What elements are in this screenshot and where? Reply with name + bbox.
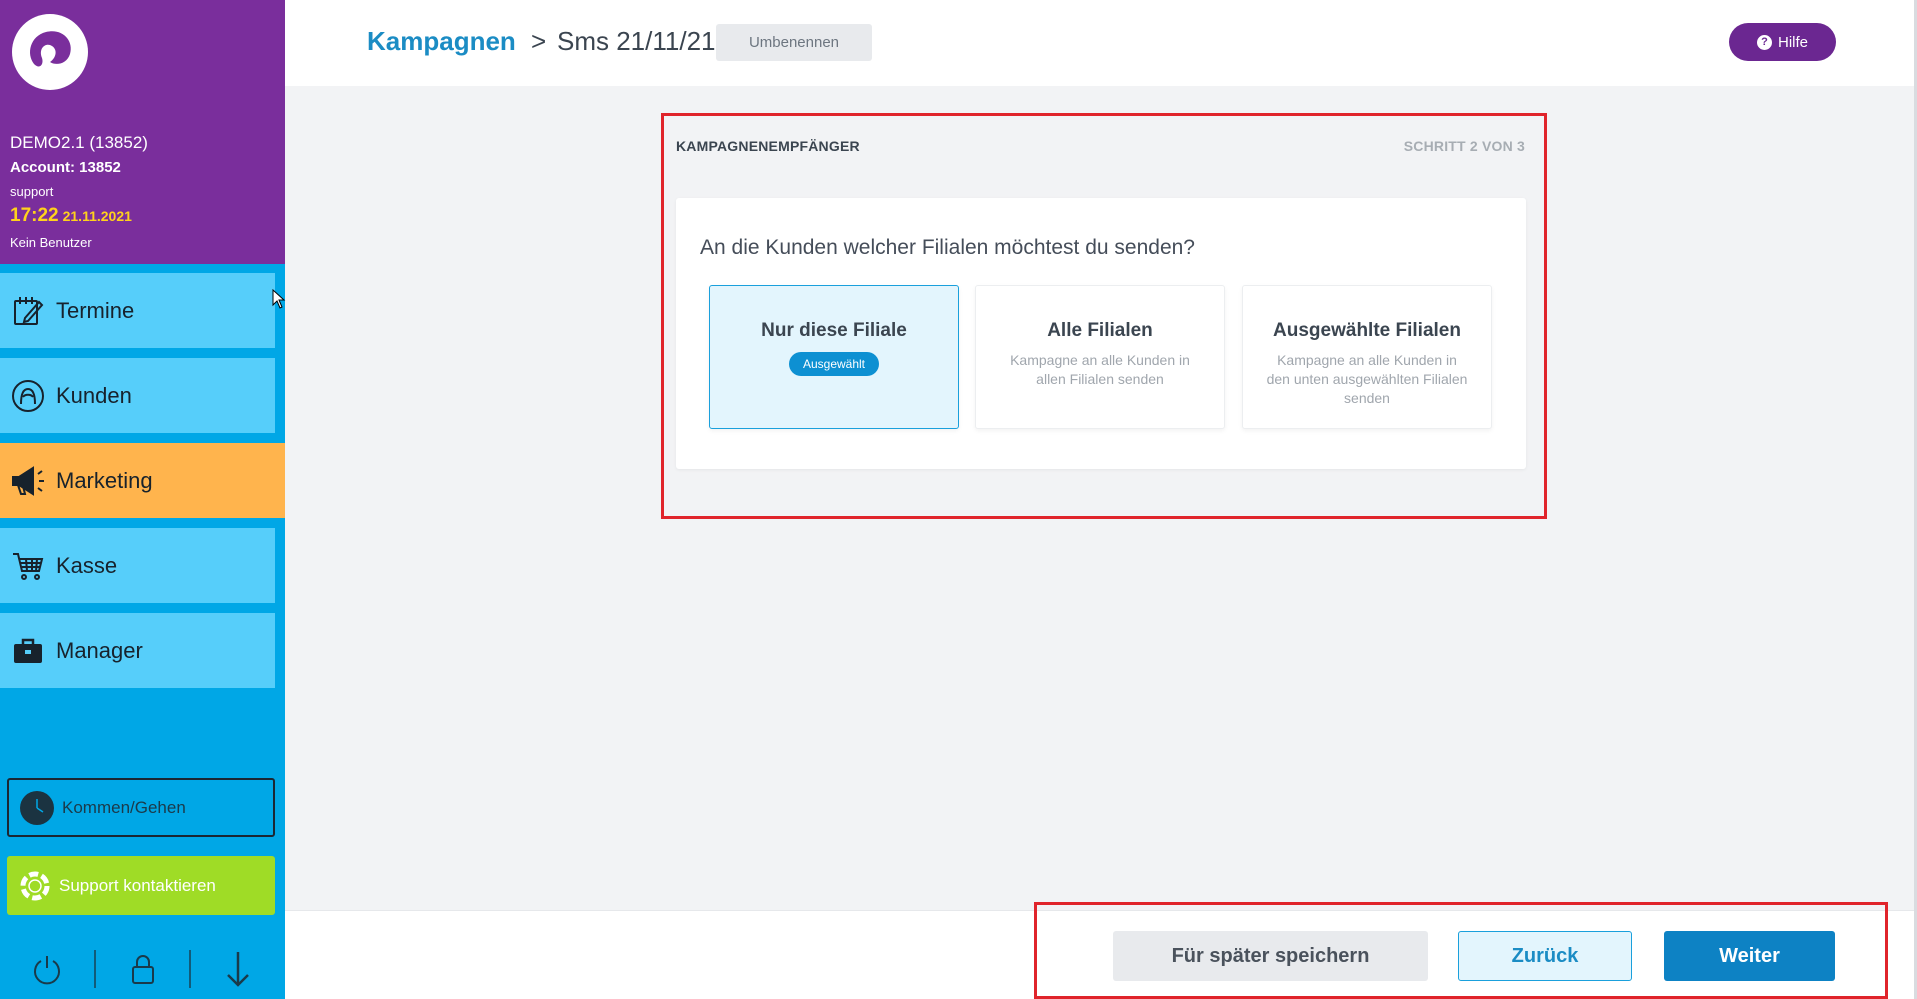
power-icon[interactable]: [0, 938, 94, 999]
app-logo: [12, 14, 88, 90]
lock-icon[interactable]: [96, 938, 190, 999]
account-number: Account: 13852: [10, 159, 121, 176]
current-time: 17:22 21.11.2021: [10, 205, 132, 227]
account-role: support: [10, 184, 54, 199]
breadcrumb-separator: >: [531, 26, 547, 56]
nav-label-kunden: Kunden: [56, 382, 132, 408]
nav-label-termine: Termine: [56, 297, 135, 323]
breadcrumb-campaigns-link[interactable]: Kampagnen: [367, 26, 516, 57]
calendar-edit-icon: [0, 294, 56, 328]
clock-icon: [20, 790, 54, 825]
time-value: 17:22: [10, 205, 59, 226]
highlight-frame-footer: [1034, 902, 1888, 999]
highlight-frame-panel: [661, 113, 1547, 519]
mouse-cursor-icon: [272, 288, 286, 314]
system-toolbar: [0, 938, 285, 999]
nav-label-kasse: Kasse: [56, 552, 118, 578]
account-panel: DEMO2.1 (13852) Account: 13852 support 1…: [0, 0, 285, 264]
toolbar-divider: [93, 949, 96, 988]
question-icon: ?: [1756, 34, 1772, 50]
briefcase-icon: [0, 635, 56, 667]
account-name: DEMO2.1 (13852): [10, 133, 148, 152]
current-date: 21.11.2021: [62, 208, 132, 224]
contact-support-button[interactable]: Support kontaktieren: [7, 856, 275, 915]
sidebar: DEMO2.1 (13852) Account: 13852 support 1…: [0, 0, 285, 999]
megaphone-icon: [0, 463, 56, 499]
nav-item-termine[interactable]: Termine: [0, 273, 275, 348]
help-label: Hilfe: [1777, 33, 1808, 51]
nav-item-kunden[interactable]: Kunden: [0, 358, 275, 433]
contact-support-label: Support kontaktieren: [59, 875, 216, 895]
top-header: Kampagnen > Sms 21/11/21 Umbenennen ? Hi…: [285, 0, 1917, 86]
breadcrumb-current-campaign: Sms 21/11/21: [557, 26, 716, 56]
download-arrow-icon[interactable]: [191, 938, 285, 999]
nav-item-kasse[interactable]: Kasse: [0, 528, 275, 603]
customer-icon: [0, 378, 56, 414]
clock-in-out-button[interactable]: Kommen/Gehen: [7, 778, 275, 837]
clock-in-out-label: Kommen/Gehen: [62, 797, 186, 817]
nav-item-marketing[interactable]: Marketing: [0, 443, 285, 518]
rename-button[interactable]: Umbenennen: [716, 24, 872, 61]
toolbar-divider: [189, 949, 192, 988]
current-user: Kein Benutzer: [10, 235, 92, 250]
nav-label-manager: Manager: [56, 637, 143, 663]
nav-item-manager[interactable]: Manager: [0, 613, 275, 688]
lifebuoy-icon: [19, 870, 51, 902]
nav-label-marketing: Marketing: [56, 467, 153, 493]
cart-icon: [0, 550, 56, 582]
help-button[interactable]: ? Hilfe: [1729, 23, 1836, 61]
